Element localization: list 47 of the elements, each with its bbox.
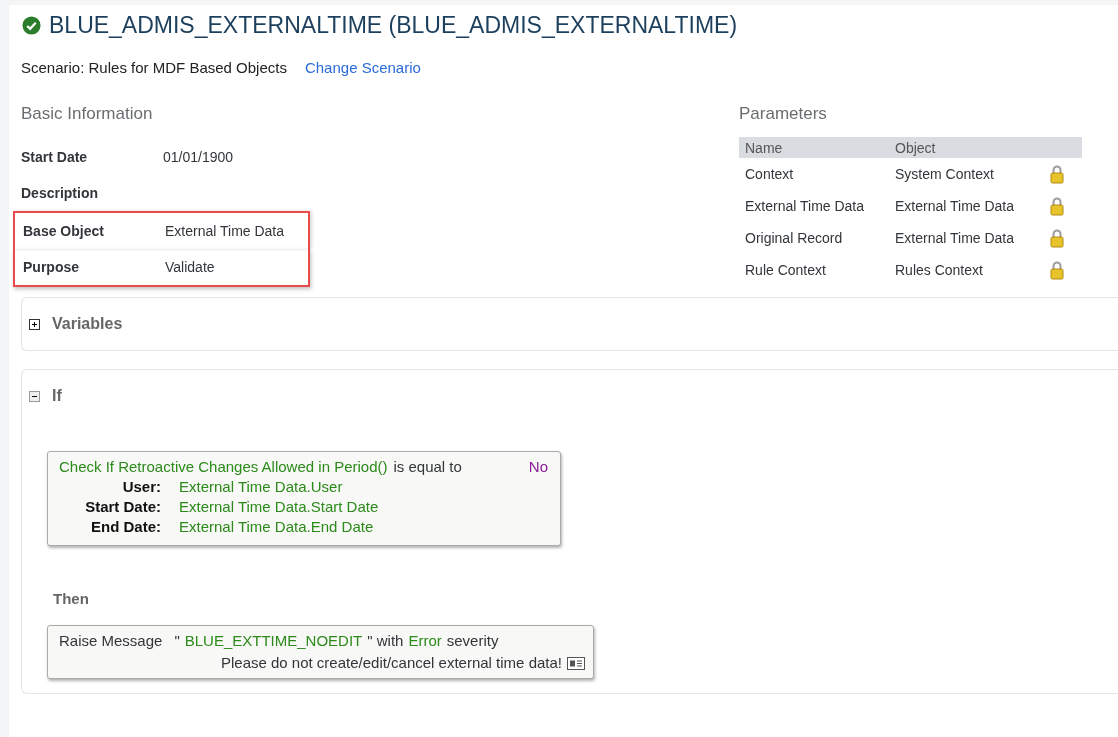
section-heading: Basic Information [21,104,154,124]
column-header: Name [744,139,784,156]
table-cell-text: Rules Context [895,262,984,278]
message-key: BLUE_EXTTIME_NOEDIT [184,630,363,652]
field-label: Start Date [21,149,89,165]
field-value: External Time Data [165,223,285,239]
collapse-toggle-icon[interactable] [29,390,40,402]
message-card-icon[interactable] [567,656,585,670]
table-cell-text: External Time Data [895,230,1016,246]
section-heading: Parameters [739,104,828,124]
table-cell-text: Rule Context [744,262,827,278]
action-card[interactable]: Raise Message " BLUE_EXTTIME_NOEDIT " with Error severity Please do not create/edit/cancel external time data! [47,625,594,679]
action-text: severity [446,631,499,651]
argument-label: User: [121,477,161,497]
then-label: Then [53,590,90,607]
function-name: Check If Retroactive Changes Allowed in Period() [59,457,388,477]
condition-card[interactable]: Check If Retroactive Changes Allowed in Period() is equal to No User: External Time Data.User Start Date: External Time Data.Start Date End Date: External Time Data.End Date [47,451,561,546]
field-label: Purpose [23,259,80,275]
argument-value: External Time Data.End Date [179,517,374,537]
table-cell-text: System Context [895,166,995,182]
panel-title: Variables [52,315,123,333]
scenario-label: Scenario: Rules for MDF Based Objects [21,59,287,76]
action-text: " with [367,631,404,651]
message-text: Please do not create/edit/cancel external time data! [220,653,562,673]
action-text: Raise Message [59,631,163,651]
table-cell-text: External Time Data [744,198,866,214]
quote-text: " [174,631,180,651]
field-value: Validate [165,259,215,275]
table-cell-text: External Time Data [895,198,1016,214]
comparison-value: No [528,457,548,477]
field-label: Description [21,185,99,201]
argument-label: Start Date: [84,497,161,517]
argument-label: End Date: [90,517,161,537]
page-title: BLUE_ADMIS_EXTERNALTIME (BLUE_ADMIS_EXTERNALTIME) [49,11,738,39]
operator-text: is equal to [393,457,462,477]
field-value: 01/01/1900 [163,149,234,165]
field-label: Base Object [23,223,105,239]
table-cell-text: Context [744,166,795,182]
argument-value: External Time Data.Start Date [179,497,379,517]
check-circle-icon [22,15,41,35]
severity-value: Error [408,631,442,651]
table-cell-text: Original Record [744,230,844,246]
change-scenario-link[interactable]: Change Scenario [304,59,421,76]
panel-title: If [52,387,62,405]
column-header: Object [895,139,937,156]
expand-toggle-icon[interactable] [29,318,40,330]
argument-value: External Time Data.User [179,477,343,497]
